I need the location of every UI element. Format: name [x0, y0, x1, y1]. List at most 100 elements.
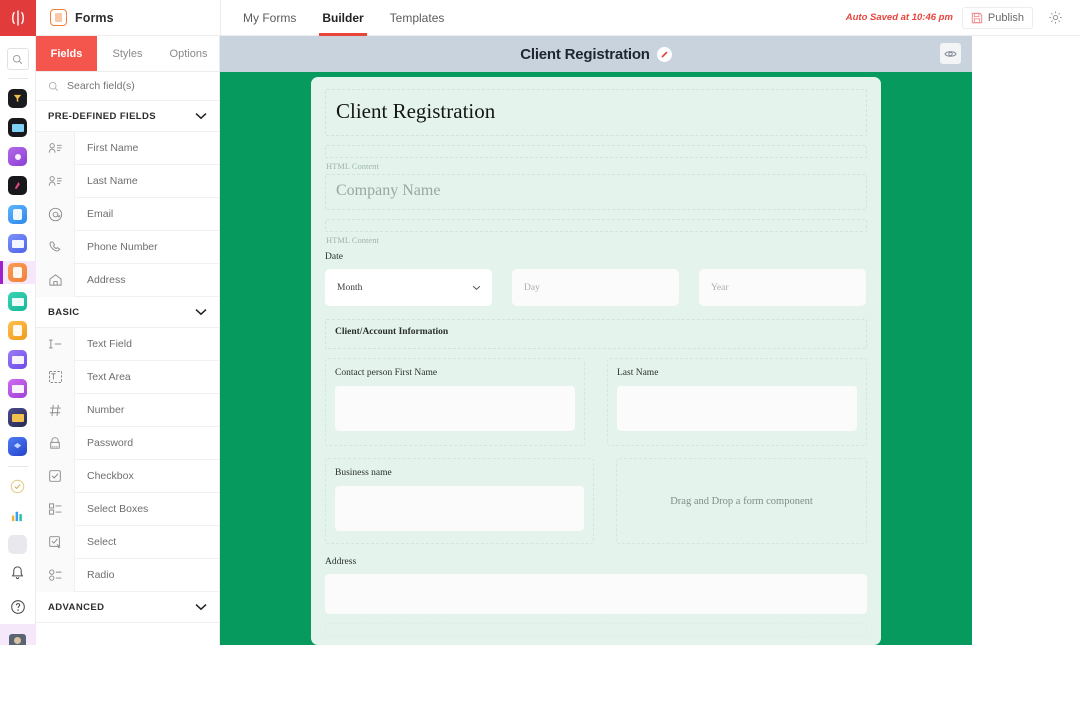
business-name-label: Business name [335, 468, 392, 478]
rail-item-sheets-app[interactable] [0, 116, 36, 139]
day-input[interactable]: Day [512, 269, 679, 306]
bar-chart-icon [11, 511, 22, 522]
chevron-down-icon [472, 284, 481, 294]
group-header-pre-defined-fields[interactable]: PRE-DEFINED FIELDS [36, 101, 219, 132]
field-item-first-name[interactable]: First Name [36, 131, 219, 165]
form-heading-block[interactable]: Client Registration [325, 89, 867, 136]
company-name-block[interactable]: Company Name [325, 174, 867, 210]
rail-item-crm-app[interactable] [0, 377, 36, 400]
empty-block-2[interactable] [325, 219, 867, 232]
field-item-address[interactable]: Address [36, 263, 219, 297]
field-item-radio[interactable]: Radio [36, 558, 219, 592]
select-boxes-icon [36, 492, 75, 526]
group-title: BASIC [48, 306, 80, 318]
business-row: Business name Drag and Drop a form compo… [325, 458, 867, 544]
drag-drop-text: Drag and Drop a form component [670, 495, 813, 507]
field-item-checkbox[interactable]: Checkbox [36, 459, 219, 493]
field-search-input[interactable] [67, 80, 187, 92]
month-select-value: Month [337, 282, 363, 293]
address-block[interactable]: Address [325, 557, 867, 614]
field-item-select[interactable]: Select [36, 525, 219, 559]
chevron-down-icon [195, 309, 207, 316]
year-input[interactable]: Year [699, 269, 866, 306]
field-search[interactable] [36, 72, 219, 101]
rail-item-tasks-check-app[interactable] [0, 475, 36, 498]
next-field-block-partial[interactable] [325, 623, 867, 637]
nav-my-forms[interactable]: My Forms [243, 0, 296, 36]
field-label: Number [87, 404, 125, 416]
html-content-label-1: HTML Content [326, 161, 379, 171]
tab-fields[interactable]: Fields [36, 36, 97, 71]
app-rail [0, 0, 36, 660]
preview-button[interactable] [940, 43, 961, 64]
panel-tabs: Fields Styles Options [36, 36, 219, 72]
rail-item-layers-app[interactable] [0, 435, 36, 458]
field-item-select-boxes[interactable]: Select Boxes [36, 492, 219, 526]
field-label: Phone Number [87, 241, 158, 253]
rail-item-more-app[interactable] [0, 533, 36, 556]
rail-item-docs-app[interactable] [0, 203, 36, 226]
nav-builder[interactable]: Builder [319, 0, 368, 36]
bell-icon [11, 566, 24, 580]
rail-item-boards-app[interactable] [0, 319, 36, 342]
tab-options[interactable]: Options [158, 36, 219, 71]
section-heading-block[interactable]: Client/Account Information [325, 319, 867, 349]
workspace-logo[interactable] [0, 0, 36, 36]
field-label: Text Area [87, 371, 131, 383]
rail-item-analytics-app[interactable] [0, 504, 36, 527]
settings-button[interactable] [1042, 5, 1068, 31]
header-divider [220, 0, 221, 36]
rail-item-forms-app[interactable] [0, 261, 36, 284]
field-item-email[interactable]: Email [36, 197, 219, 231]
rail-app-list [0, 87, 36, 458]
person-lines-icon [36, 131, 75, 165]
rail-item-funnel-app[interactable] [0, 87, 36, 110]
field-item-number[interactable]: Number [36, 393, 219, 427]
rail-item-chat-app[interactable] [0, 348, 36, 371]
last-name-block[interactable]: Last Name [607, 358, 867, 446]
contact-first-name-input[interactable] [335, 386, 575, 431]
rail-item-terminal-app[interactable] [0, 406, 36, 429]
notifications-bell[interactable] [0, 556, 36, 590]
phone-icon [36, 230, 75, 264]
drag-drop-zone[interactable]: Drag and Drop a form component [616, 458, 867, 544]
help-button[interactable] [0, 590, 36, 624]
contact-first-name-block[interactable]: Contact person First Name [325, 358, 585, 446]
tab-styles[interactable]: Styles [97, 36, 158, 71]
field-item-text-area[interactable]: Text Area [36, 360, 219, 394]
rail-item-rocket-app[interactable] [0, 174, 36, 197]
field-item-last-name[interactable]: Last Name [36, 164, 219, 198]
rail-item-location-app[interactable] [0, 145, 36, 168]
field-item-phone-number[interactable]: Phone Number [36, 230, 219, 264]
rail-item-tables-app[interactable] [0, 290, 36, 313]
sheets-icon [8, 118, 27, 137]
field-item-password[interactable]: Password [36, 426, 219, 460]
rail-divider [7, 78, 28, 79]
at-sign-icon [36, 197, 75, 231]
last-name-input[interactable] [617, 386, 857, 431]
empty-block-1[interactable] [325, 145, 867, 158]
page-title: Client Registration [520, 45, 650, 63]
month-select[interactable]: Month [325, 269, 492, 306]
group-header-advanced[interactable]: ADVANCED [36, 592, 219, 623]
field-label: Select [87, 536, 117, 548]
pencil-icon[interactable] [656, 46, 672, 62]
nav-templates[interactable]: Templates [390, 0, 445, 36]
field-label: Address [87, 274, 126, 286]
date-field-block[interactable]: Date Month Day Year [325, 252, 867, 306]
publish-button[interactable]: Publish [961, 6, 1033, 29]
business-name-block[interactable]: Business name [325, 458, 594, 544]
business-name-input[interactable] [335, 486, 584, 531]
terminal-icon [8, 408, 27, 427]
brand[interactable]: Forms [36, 9, 220, 26]
address-input[interactable] [325, 574, 867, 614]
rail-item-mail-app[interactable] [0, 232, 36, 255]
field-item-text-field[interactable]: Text Field [36, 327, 219, 361]
app-root: Forms My Forms Builder Templates Auto Sa… [0, 0, 1080, 711]
field-label: Email [87, 208, 114, 220]
group-header-basic[interactable]: BASIC [36, 297, 219, 328]
search-icon [12, 54, 23, 64]
radio-icon [36, 558, 75, 592]
crm-icon [8, 379, 27, 398]
rail-search-button[interactable] [6, 48, 29, 70]
